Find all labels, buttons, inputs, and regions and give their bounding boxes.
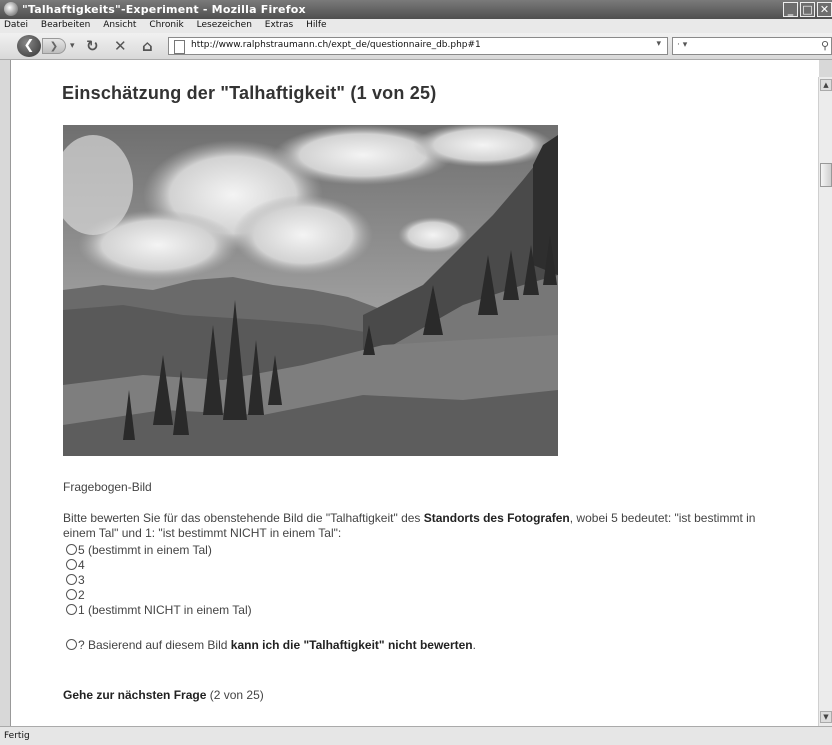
image-caption: Fragebogen-Bild — [63, 480, 152, 494]
next-question-link[interactable]: Gehe zur nächsten Frage (2 von 25) — [63, 688, 264, 702]
question-text-start: Bitte bewerten Sie für das obenstehende … — [63, 511, 424, 525]
vertical-scrollbar[interactable]: ▲ ▼ — [818, 77, 832, 726]
radio-button[interactable] — [66, 544, 77, 555]
page-content: Einschätzung der "Talhaftigkeit" (1 von … — [10, 60, 819, 726]
home-icon[interactable]: ⌂ — [142, 37, 153, 55]
url-dropdown-icon[interactable]: ▾ — [656, 39, 661, 49]
next-question-label: Gehe zur nächsten Frage — [63, 688, 207, 702]
rating-label-5: 5 (bestimmt in einem Tal) — [78, 543, 212, 557]
stop-icon[interactable]: ✕ — [114, 37, 127, 55]
close-button[interactable]: ✕ — [817, 2, 832, 17]
window-title: "Talhaftigkeits"-Experiment - Mozilla Fi… — [22, 3, 306, 16]
url-text: http://www.ralphstraumann.ch/expt_de/que… — [191, 40, 481, 50]
rating-label-4: 4 — [78, 558, 85, 572]
rating-option-4[interactable]: 4 — [66, 558, 85, 572]
rating-option-1[interactable]: 1 (bestimmt NICHT in einem Tal) — [66, 603, 252, 617]
rating-option-3[interactable]: 3 — [66, 573, 85, 587]
menu-bar: Datei Bearbeiten Ansicht Chronik Lesezei… — [0, 19, 832, 33]
next-question-count: (2 von 25) — [206, 688, 264, 702]
search-engine-dropdown-icon[interactable]: · ▾ — [677, 40, 687, 50]
radio-button[interactable] — [66, 574, 77, 585]
navigation-toolbar: ❮ ❯ ▾ ↻ ✕ ⌂ http://www.ralphstraumann.ch… — [0, 33, 832, 60]
status-text: Fertig — [4, 731, 30, 741]
menu-extras[interactable]: Extras — [265, 20, 293, 30]
search-box[interactable]: · ▾ ⚲ — [672, 37, 832, 55]
window-titlebar: "Talhaftigkeits"-Experiment - Mozilla Fi… — [0, 0, 832, 19]
unsure-label-start: ? Basierend auf diesem Bild — [78, 638, 231, 652]
question-text: Bitte bewerten Sie für das obenstehende … — [63, 511, 763, 541]
rating-label-3: 3 — [78, 573, 85, 587]
menu-lesezeichen[interactable]: Lesezeichen — [197, 20, 252, 30]
rating-option-unsure[interactable]: ? Basierend auf diesem Bild kann ich die… — [66, 638, 476, 652]
rating-option-2[interactable]: 2 — [66, 588, 85, 602]
scrollbar-thumb[interactable] — [820, 163, 832, 187]
rating-label-2: 2 — [78, 588, 85, 602]
question-text-emphasis: Standorts des Fotografen — [423, 511, 570, 525]
forward-button[interactable]: ❯ — [42, 38, 66, 54]
menu-chronik[interactable]: Chronik — [149, 20, 183, 30]
menu-ansicht[interactable]: Ansicht — [103, 20, 136, 30]
back-button[interactable]: ❮ — [17, 35, 41, 57]
radio-button[interactable] — [66, 589, 77, 600]
rating-option-5[interactable]: 5 (bestimmt in einem Tal) — [66, 543, 212, 557]
firefox-icon — [4, 2, 18, 16]
minimize-button[interactable]: _ — [783, 2, 798, 17]
landscape-photo — [63, 125, 558, 456]
radio-button[interactable] — [66, 639, 77, 650]
unsure-label-end: . — [472, 638, 476, 652]
page-title: Einschätzung der "Talhaftigkeit" (1 von … — [62, 83, 437, 103]
reload-icon[interactable]: ↻ — [86, 37, 99, 55]
scroll-down-icon[interactable]: ▼ — [820, 711, 832, 723]
url-bar[interactable]: http://www.ralphstraumann.ch/expt_de/que… — [168, 37, 668, 55]
unsure-label-emphasis: kann ich die "Talhaftigkeit" nicht bewer… — [230, 638, 473, 652]
history-dropdown-icon[interactable]: ▾ — [70, 41, 75, 51]
scroll-up-icon[interactable]: ▲ — [820, 79, 832, 91]
search-icon[interactable]: ⚲ — [821, 39, 829, 52]
maximize-button[interactable]: □ — [800, 2, 815, 17]
rating-label-1: 1 (bestimmt NICHT in einem Tal) — [78, 603, 252, 617]
radio-button[interactable] — [66, 604, 77, 615]
menu-bearbeiten[interactable]: Bearbeiten — [41, 20, 90, 30]
page-icon — [174, 40, 185, 54]
menu-hilfe[interactable]: Hilfe — [306, 20, 326, 30]
menu-datei[interactable]: Datei — [4, 20, 28, 30]
status-bar: Fertig — [0, 726, 832, 745]
radio-button[interactable] — [66, 559, 77, 570]
